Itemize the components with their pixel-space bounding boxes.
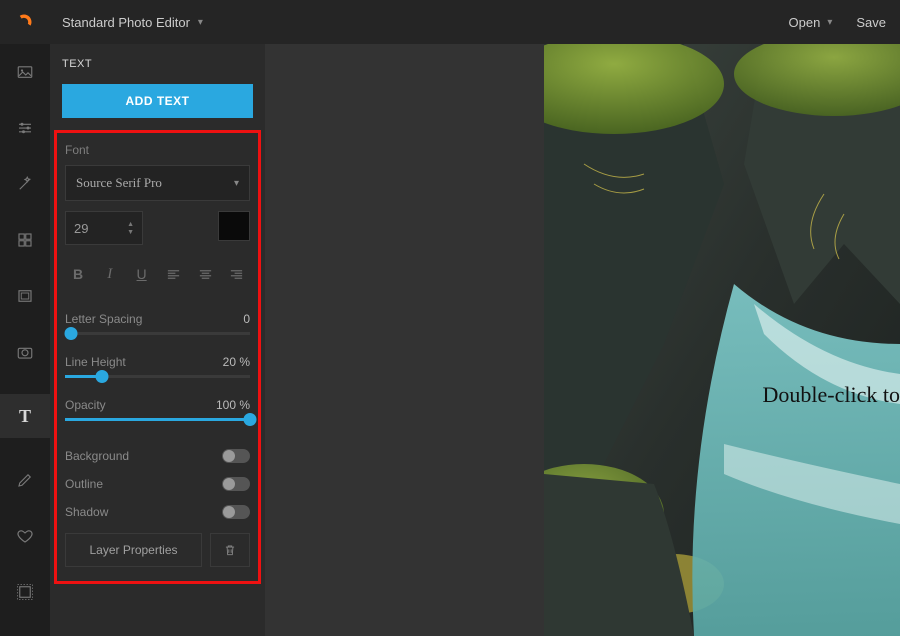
panel-title: TEXT — [62, 58, 253, 70]
font-label: Font — [65, 143, 250, 157]
text-options-highlight: Font Source Serif Pro ▾ 29 ▲▼ B I U — [54, 130, 261, 584]
nav-expand[interactable] — [0, 578, 50, 606]
slider-thumb[interactable] — [96, 370, 109, 383]
heart-icon — [16, 527, 34, 545]
shadow-toggle-label: Shadow — [65, 505, 108, 519]
text-icon: T — [19, 406, 31, 427]
font-value: Source Serif Pro — [76, 175, 162, 191]
opacity-value: 100 % — [216, 398, 250, 412]
align-center-button[interactable] — [194, 263, 216, 285]
expand-icon — [16, 583, 34, 601]
app-title-label: Standard Photo Editor — [62, 15, 190, 30]
open-button[interactable]: Open ▾ — [789, 15, 833, 30]
nav-adjust[interactable] — [0, 114, 50, 142]
font-select[interactable]: Source Serif Pro ▾ — [65, 165, 250, 201]
letter-spacing-value: 0 — [243, 312, 250, 326]
text-panel: TEXT ADD TEXT Font Source Serif Pro ▾ 29… — [50, 44, 265, 636]
add-text-button[interactable]: ADD TEXT — [62, 84, 253, 118]
nav-grid[interactable] — [0, 226, 50, 254]
image-icon — [16, 63, 34, 81]
slider-thumb[interactable] — [244, 413, 257, 426]
app-logo-icon — [14, 12, 34, 32]
save-label: Save — [856, 15, 886, 30]
underline-button[interactable]: U — [131, 263, 153, 285]
sliders-icon — [16, 119, 34, 137]
bold-button[interactable]: B — [67, 263, 89, 285]
nav-text[interactable]: T — [0, 394, 50, 438]
nav-brush[interactable] — [0, 466, 50, 494]
nav-frame[interactable] — [0, 282, 50, 310]
trash-icon — [223, 543, 237, 557]
line-height-slider[interactable] — [65, 375, 250, 378]
chevron-down-icon: ▾ — [234, 178, 239, 189]
format-toolbar: B I U — [65, 259, 250, 300]
text-color-swatch[interactable] — [218, 211, 250, 241]
opacity-slider[interactable] — [65, 418, 250, 421]
outline-toggle-label: Outline — [65, 477, 103, 491]
nav-camera[interactable] — [0, 338, 50, 366]
italic-icon: I — [107, 266, 112, 283]
nav-image[interactable] — [0, 58, 50, 86]
bold-icon: B — [73, 266, 83, 282]
wand-icon — [16, 175, 34, 193]
nav-wand[interactable] — [0, 170, 50, 198]
grid-icon — [16, 231, 34, 249]
font-size-value: 29 — [74, 221, 88, 236]
align-center-icon — [198, 267, 213, 282]
underline-icon: U — [137, 266, 147, 282]
align-left-icon — [166, 267, 181, 282]
canvas-image — [544, 44, 900, 636]
letter-spacing-label: Letter Spacing — [65, 312, 142, 326]
chevron-down-icon: ▾ — [827, 17, 832, 28]
background-toggle-label: Background — [65, 449, 129, 463]
opacity-label: Opacity — [65, 398, 106, 412]
canvas-area[interactable]: Double-click to — [265, 44, 900, 636]
align-right-icon — [229, 267, 244, 282]
tool-sidebar: T — [0, 44, 50, 636]
brush-icon — [16, 471, 34, 489]
slider-thumb[interactable] — [64, 327, 77, 340]
topbar: Standard Photo Editor ▾ Open ▾ Save — [0, 0, 900, 44]
align-right-button[interactable] — [226, 263, 248, 285]
save-button[interactable]: Save — [856, 15, 886, 30]
line-height-label: Line Height — [65, 355, 126, 369]
outline-toggle[interactable] — [222, 477, 250, 491]
app-title-dropdown[interactable]: Standard Photo Editor ▾ — [62, 15, 203, 30]
camera-icon — [16, 343, 34, 361]
delete-button[interactable] — [210, 533, 250, 567]
nav-heart[interactable] — [0, 522, 50, 550]
font-size-input[interactable]: 29 ▲▼ — [65, 211, 143, 245]
line-height-value: 20 % — [223, 355, 250, 369]
background-toggle[interactable] — [222, 449, 250, 463]
open-label: Open — [789, 15, 821, 30]
italic-button[interactable]: I — [99, 263, 121, 285]
frame-icon — [16, 287, 34, 305]
stepper-icon[interactable]: ▲▼ — [127, 221, 134, 236]
shadow-toggle[interactable] — [222, 505, 250, 519]
letter-spacing-slider[interactable] — [65, 332, 250, 335]
layer-properties-button[interactable]: Layer Properties — [65, 533, 202, 567]
align-left-button[interactable] — [162, 263, 184, 285]
text-layer[interactable]: Double-click to — [763, 382, 900, 408]
chevron-down-icon: ▾ — [198, 17, 203, 28]
